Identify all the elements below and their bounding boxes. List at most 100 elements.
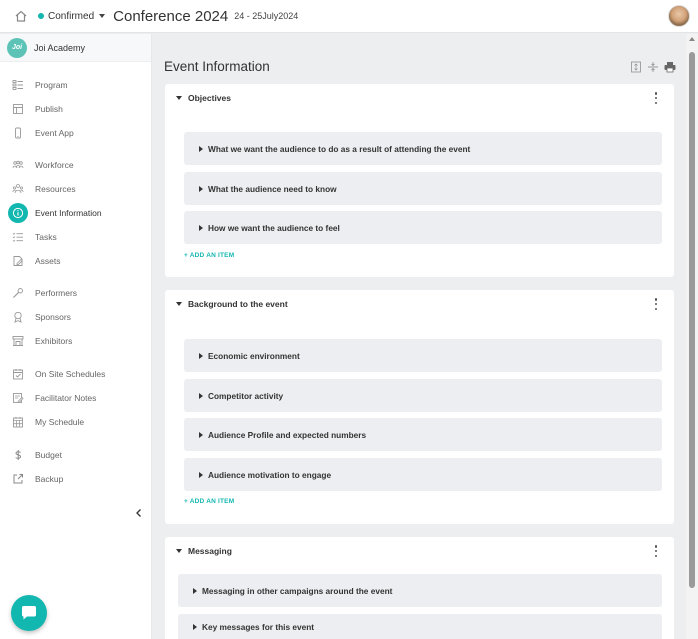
item-label: How we want the audience to feel [208, 222, 340, 233]
section-header[interactable]: Background to the event [165, 290, 674, 318]
event-title: Conference 2024 [113, 7, 229, 25]
list-item[interactable]: Messaging in other campaigns around the … [178, 574, 662, 607]
sidebar-item-label: Resources [35, 184, 76, 194]
list-item[interactable]: Competitor activity [184, 379, 662, 412]
print-icon[interactable] [663, 60, 676, 73]
sidebar-item-tasks[interactable]: Tasks [0, 227, 152, 247]
sidebar-item-label: Program [35, 80, 68, 90]
section-messaging: Messaging Messaging in other campaigns a… [165, 537, 674, 639]
collapse-all-icon[interactable] [646, 60, 659, 73]
list-item[interactable]: What the audience need to know [184, 172, 662, 205]
more-options-icon[interactable] [654, 298, 658, 310]
dollar-icon [11, 448, 25, 462]
sidebar-item-label: My Schedule [35, 417, 85, 427]
sidebar-item-event-information[interactable]: Event Information [0, 203, 152, 223]
caret-right-icon [199, 145, 203, 152]
item-label: Audience motivation to engage [208, 469, 332, 480]
sidebar-item-publish[interactable]: Publish [0, 99, 152, 119]
tasks-icon [11, 230, 25, 244]
sidebar-item-label: Tasks [35, 232, 57, 242]
home-icon[interactable] [12, 7, 30, 25]
status-dot [38, 13, 44, 19]
add-item-button[interactable]: + ADD AN ITEM [184, 252, 234, 259]
scrollbar[interactable] [686, 34, 698, 639]
org-name: Joi Academy [34, 42, 86, 53]
sidebar-item-label: Publish [35, 104, 63, 114]
sidebar-item-performers[interactable]: Performers [0, 283, 152, 303]
phone-icon [11, 126, 25, 140]
list-item[interactable]: Audience motivation to engage [184, 458, 662, 491]
sidebar-item-budget[interactable]: Budget [0, 445, 152, 465]
section-title: Objectives [188, 93, 231, 103]
more-options-icon[interactable] [654, 545, 658, 557]
list-item[interactable]: Key messages for this event [178, 614, 662, 639]
list-item[interactable]: How we want the audience to feel [184, 211, 662, 244]
item-label: Competitor activity [208, 390, 284, 401]
item-label: Audience Profile and expected numbers [208, 429, 367, 440]
workforce-icon [11, 158, 25, 172]
more-options-icon[interactable] [654, 92, 658, 104]
status-label: Confirmed [48, 10, 95, 22]
calendar-icon [11, 415, 25, 429]
expand-icon[interactable] [629, 60, 642, 73]
section-header[interactable]: Objectives [165, 84, 674, 112]
sidebar-item-on-site-schedules[interactable]: On Site Schedules [0, 364, 152, 384]
sidebar-item-my-schedule[interactable]: My Schedule [0, 412, 152, 432]
item-label: Key messages for this event [202, 621, 315, 632]
section-header[interactable]: Messaging [165, 537, 674, 565]
item-label: What the audience need to know [208, 183, 337, 194]
sidebar-item-facilitator-notes[interactable]: Facilitator Notes [0, 388, 152, 408]
backup-icon [11, 472, 25, 486]
add-item-button[interactable]: + ADD AN ITEM [184, 498, 234, 505]
sidebar-item-assets[interactable]: Assets [0, 251, 152, 271]
list-item[interactable]: Economic environment [184, 339, 662, 372]
toolbar [625, 60, 676, 73]
sidebar-item-backup[interactable]: Backup [0, 469, 152, 489]
sidebar-item-label: Facilitator Notes [35, 393, 97, 403]
schedule-check-icon [11, 367, 25, 381]
sidebar-item-label: Backup [35, 474, 64, 484]
org-switcher[interactable]: Joi Joi Academy [0, 34, 151, 62]
resources-icon [11, 182, 25, 196]
status-dropdown[interactable]: Confirmed [38, 10, 106, 22]
program-icon [11, 78, 25, 92]
section-title: Messaging [188, 546, 232, 556]
sidebar-item-exhibitors[interactable]: Exhibitors [0, 331, 152, 351]
caret-right-icon [199, 352, 203, 359]
notes-icon [11, 391, 25, 405]
caret-right-icon [199, 224, 203, 231]
caret-down-icon [176, 302, 182, 306]
avatar[interactable] [668, 5, 690, 27]
caret-right-icon [193, 587, 197, 594]
section-title: Background to the event [188, 299, 288, 309]
caret-right-icon [199, 431, 203, 438]
sponsors-icon [11, 310, 25, 324]
scroll-up-icon[interactable] [689, 37, 695, 41]
sidebar-item-resources[interactable]: Resources [0, 179, 152, 199]
sidebar-item-label: Sponsors [35, 312, 71, 322]
event-dates: 24 - 25July2024 [234, 11, 299, 21]
page-title: Event Information [164, 59, 270, 74]
sidebar-item-event-app[interactable]: Event App [0, 123, 152, 143]
sidebar-item-label: Performers [35, 288, 78, 298]
assets-icon [11, 254, 25, 268]
list-item[interactable]: What we want the audience to do as a res… [184, 132, 662, 165]
sidebar-item-program[interactable]: Program [0, 75, 152, 95]
section-objectives: Objectives What we want the audience to … [165, 84, 674, 277]
item-label: Messaging in other campaigns around the … [202, 585, 393, 596]
scroll-thumb[interactable] [689, 52, 695, 588]
chat-button[interactable] [11, 595, 47, 631]
org-logo: Joi [7, 37, 27, 58]
item-label: What we want the audience to do as a res… [208, 143, 471, 154]
sidebar-item-label: Event Information [35, 208, 102, 218]
caret-right-icon [199, 185, 203, 192]
sidebar-item-workforce[interactable]: Workforce [0, 155, 152, 175]
item-label: Economic environment [208, 350, 300, 361]
sidebar-item-sponsors[interactable]: Sponsors [0, 307, 152, 327]
info-icon [8, 203, 28, 223]
collapse-sidebar-icon[interactable] [134, 505, 144, 517]
sidebar-item-label: Budget [35, 450, 62, 460]
caret-right-icon [199, 471, 203, 478]
list-item[interactable]: Audience Profile and expected numbers [184, 418, 662, 451]
chevron-down-icon [99, 14, 106, 18]
